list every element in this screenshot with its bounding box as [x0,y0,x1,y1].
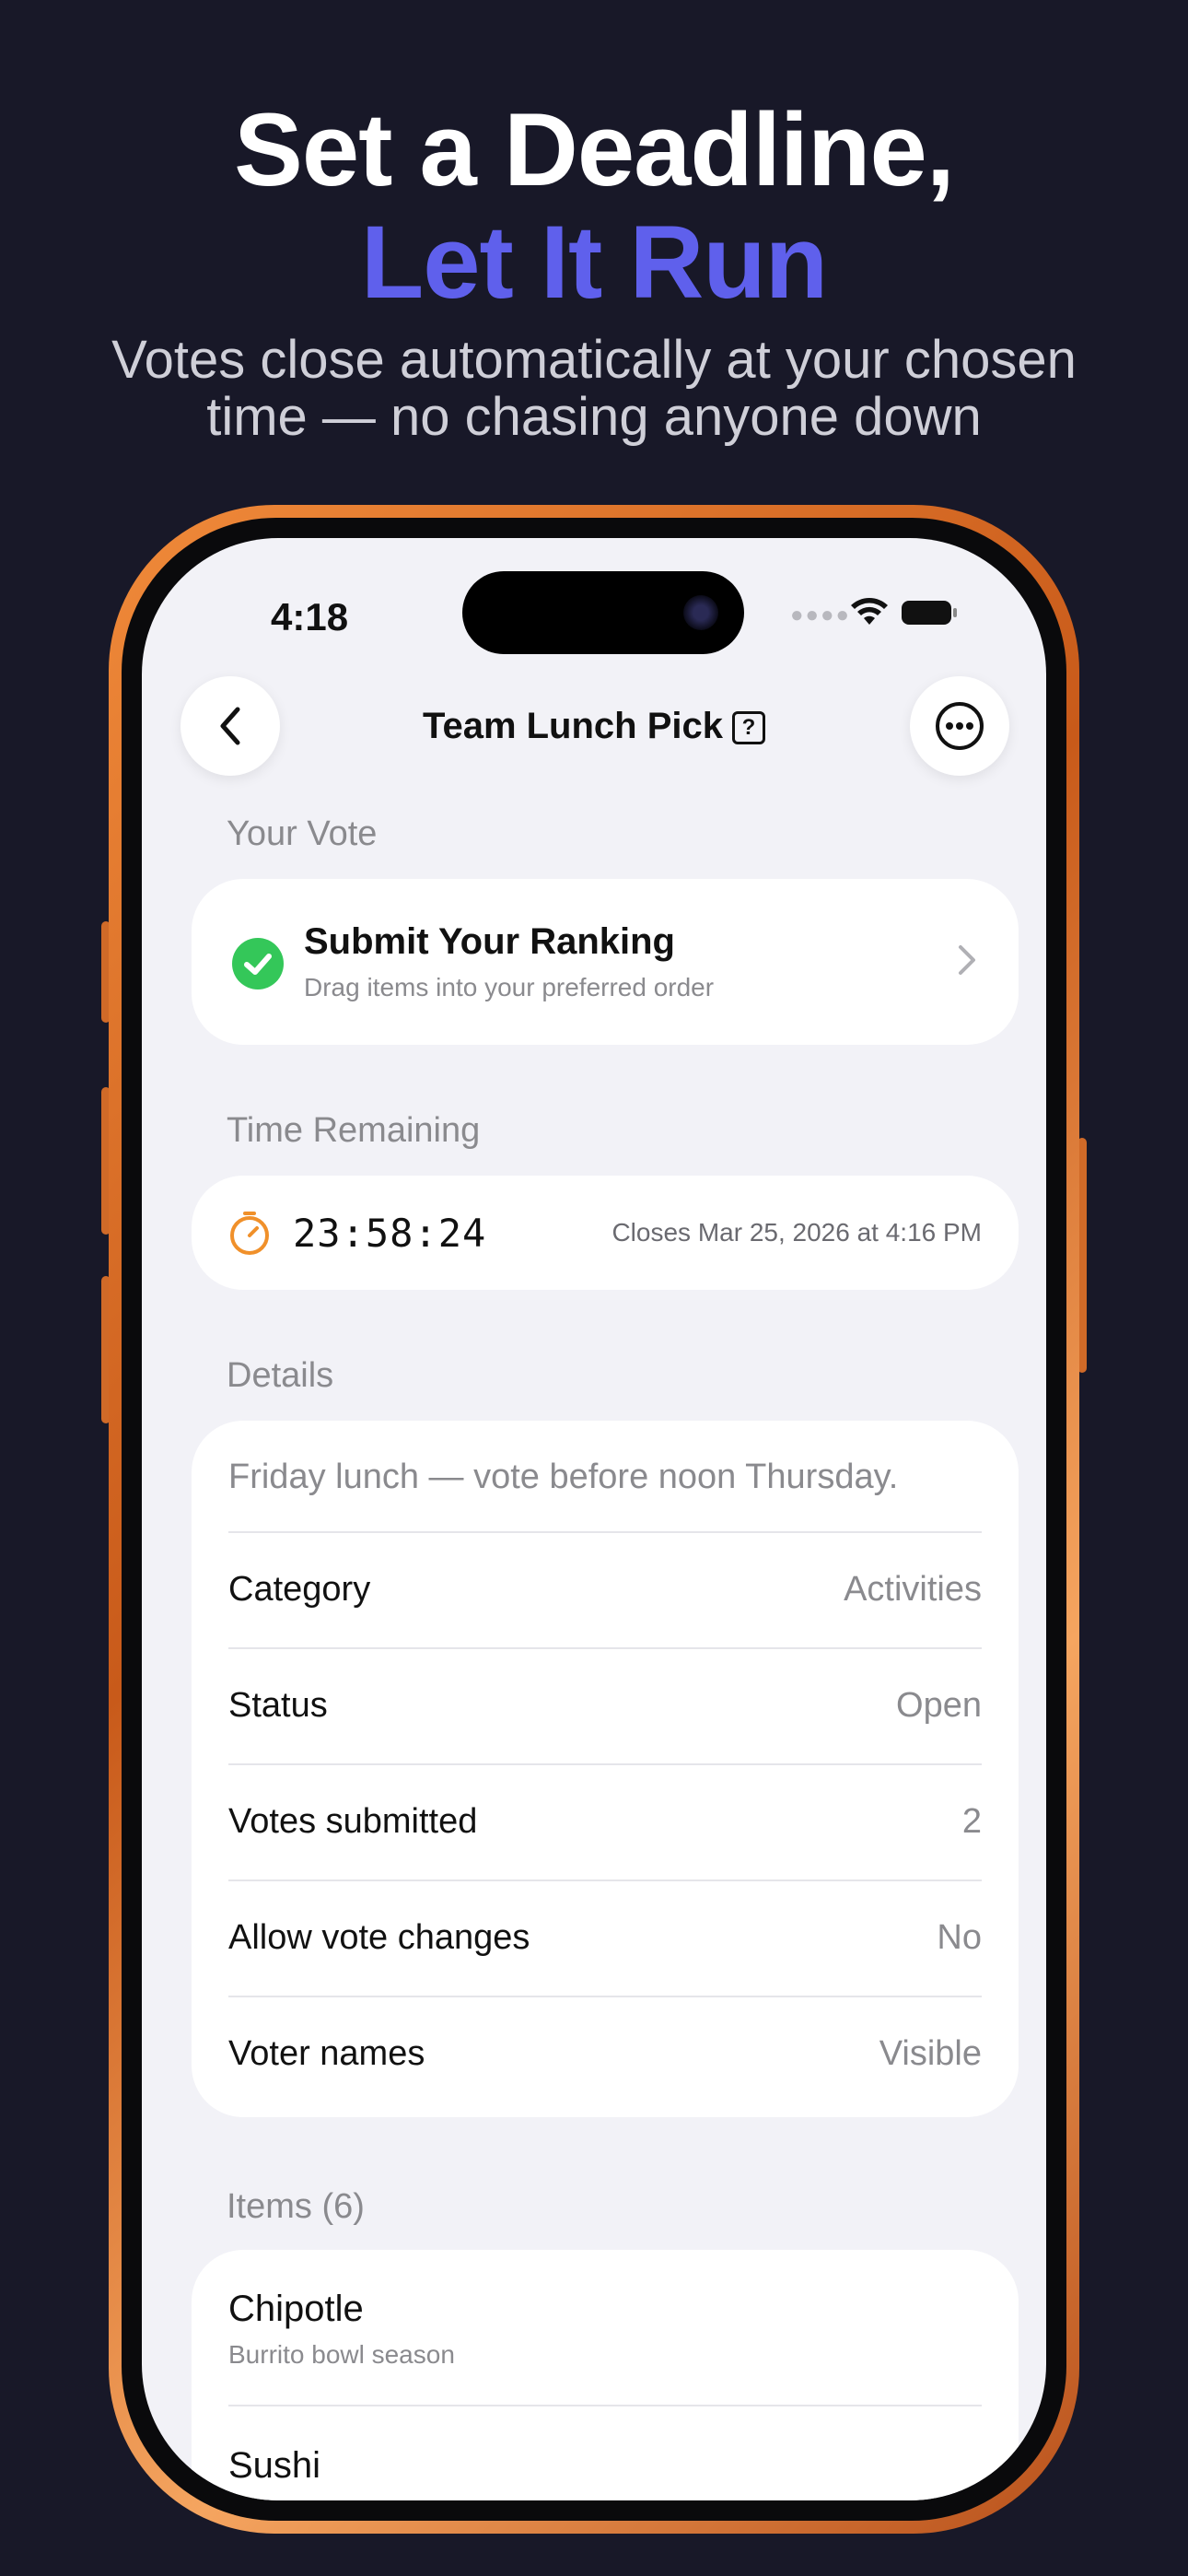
headline-line-1: Set a Deadline, [234,92,955,207]
phone-frame: 4:18 ●●●● Team Lunch Pick? Your Vote Sub… [109,505,1079,2534]
detail-row-votes-submitted: Votes submitted 2 [228,1763,982,1879]
details-card: Friday lunch — vote before noon Thursday… [192,1421,1019,2117]
detail-value: Visible [879,2034,982,2073]
section-items: Items (6) [227,2187,365,2226]
section-time-remaining: Time Remaining [227,1111,481,1150]
detail-key: Voter names [228,2034,425,2073]
detail-row-category: Category Activities [228,1531,982,1647]
detail-row-allow-vote-changes: Allow vote changes No [228,1879,982,1996]
detail-row-voter-names: Voter names Visible [228,1996,982,2112]
detail-key: Allow vote changes [228,1918,530,1957]
section-details: Details [227,1356,334,1395]
detail-value: No [937,1918,982,1957]
dynamic-island [462,571,744,654]
item-divider [228,2405,982,2406]
phone-screen: 4:18 ●●●● Team Lunch Pick? Your Vote Sub… [142,538,1046,2500]
countdown-timer: 23:58:24 [293,1211,487,1256]
section-your-vote: Your Vote [227,814,378,853]
details-description: Friday lunch — vote before noon Thursday… [228,1458,899,1496]
detail-value: Open [896,1686,982,1725]
ellipsis-circle-icon [936,702,984,750]
wifi-icon [851,598,888,625]
submit-ranking-title: Submit Your Ranking [304,921,675,962]
headline-line-2: Let It Run [360,205,828,320]
signal-icon: ●●●● [790,603,851,627]
more-button[interactable] [910,676,1009,776]
camera-icon [683,595,718,630]
closes-at-text: Closes Mar 25, 2026 at 4:16 PM [611,1218,982,1247]
timer-icon [230,1212,269,1255]
time-remaining-card: 23:58:24 Closes Mar 25, 2026 at 4:16 PM [192,1176,1019,1290]
submit-ranking-row[interactable]: Submit Your Ranking Drag items into your… [192,879,1019,1045]
checkmark-circle-icon [232,938,284,989]
status-time: 4:18 [271,595,349,638]
detail-key: Status [228,1686,328,1725]
item-name: Sushi [228,2445,321,2486]
page-title-text: Team Lunch Pick [422,706,723,746]
phone-bezel: 4:18 ●●●● Team Lunch Pick? Your Vote Sub… [122,518,1066,2521]
subheadline-line-2: time — no chasing anyone down [206,387,982,447]
items-card: Chipotle Burrito bowl season Sushi [192,2250,1019,2500]
subheadline-line-1: Votes close automatically at your chosen [111,330,1077,390]
item-note: Burrito bowl season [228,2340,455,2369]
detail-key: Category [228,1570,371,1609]
item-name: Chipotle [228,2289,364,2329]
submit-ranking-subtitle: Drag items into your preferred order [304,973,715,1001]
help-icon[interactable]: ? [732,711,765,744]
detail-row-status: Status Open [228,1647,982,1763]
battery-icon [902,601,957,625]
detail-value: Activities [844,1570,982,1609]
detail-value: 2 [961,1802,982,1841]
detail-key: Votes submitted [228,1802,478,1841]
chevron-right-icon [959,945,975,975]
